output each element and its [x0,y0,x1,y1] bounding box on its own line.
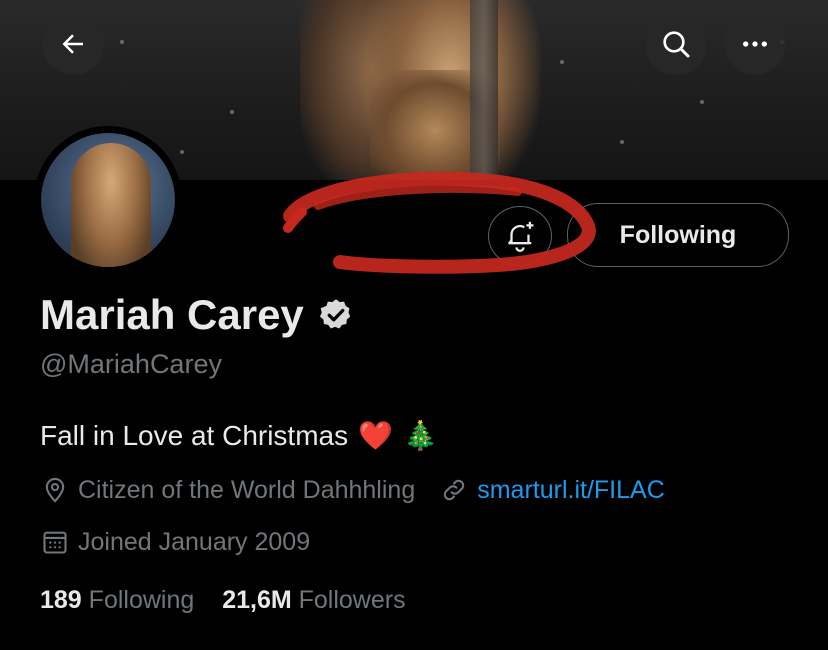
joined-text: Joined January 2009 [78,527,311,556]
followers-label: Followers [298,586,406,614]
following-count-link[interactable]: 189 Following [40,586,201,614]
location-pin-icon [40,475,70,505]
followers-count: 21,6M [222,586,292,614]
bell-plus-icon [508,221,534,252]
more-button[interactable] [724,13,786,75]
following-button[interactable]: Following [567,203,789,267]
back-button[interactable] [42,13,104,75]
profile-bio: Fall in Love at Christmas ❤️ 🎄 [40,419,438,452]
verified-badge-icon[interactable] [318,297,354,333]
search-button[interactable] [645,13,707,75]
bio-text: Fall in Love at Christmas [40,419,349,451]
link-icon [439,475,469,505]
profile-handle: @MariahCarey [40,349,222,379]
website-link[interactable]: smarturl.it/FILAC [477,476,665,505]
display-name: Mariah Carey [40,291,304,338]
arrow-left-icon [62,34,83,54]
followers-count-link[interactable]: 21,6M Followers [222,586,405,614]
christmas-tree-emoji: 🎄 [402,420,438,451]
red-scribble-annotation [283,171,596,274]
avatar[interactable] [34,126,182,274]
search-icon [663,31,690,58]
follow-counts: 189 Following 21,6M Followers [40,586,406,615]
joined-row: Joined January 2009 [40,527,310,557]
profile-name: Mariah Carey [40,291,354,339]
location-website-row: Citizen of the World Dahhhling smarturl.… [40,475,665,505]
calendar-icon [40,527,70,557]
following-label: Following [88,586,195,614]
following-count: 189 [40,586,82,614]
location-text: Citizen of the World Dahhhling [78,475,416,504]
notify-button[interactable] [488,206,552,266]
more-horizontal-icon [743,41,767,47]
heart-emoji: ❤️ [358,420,393,451]
